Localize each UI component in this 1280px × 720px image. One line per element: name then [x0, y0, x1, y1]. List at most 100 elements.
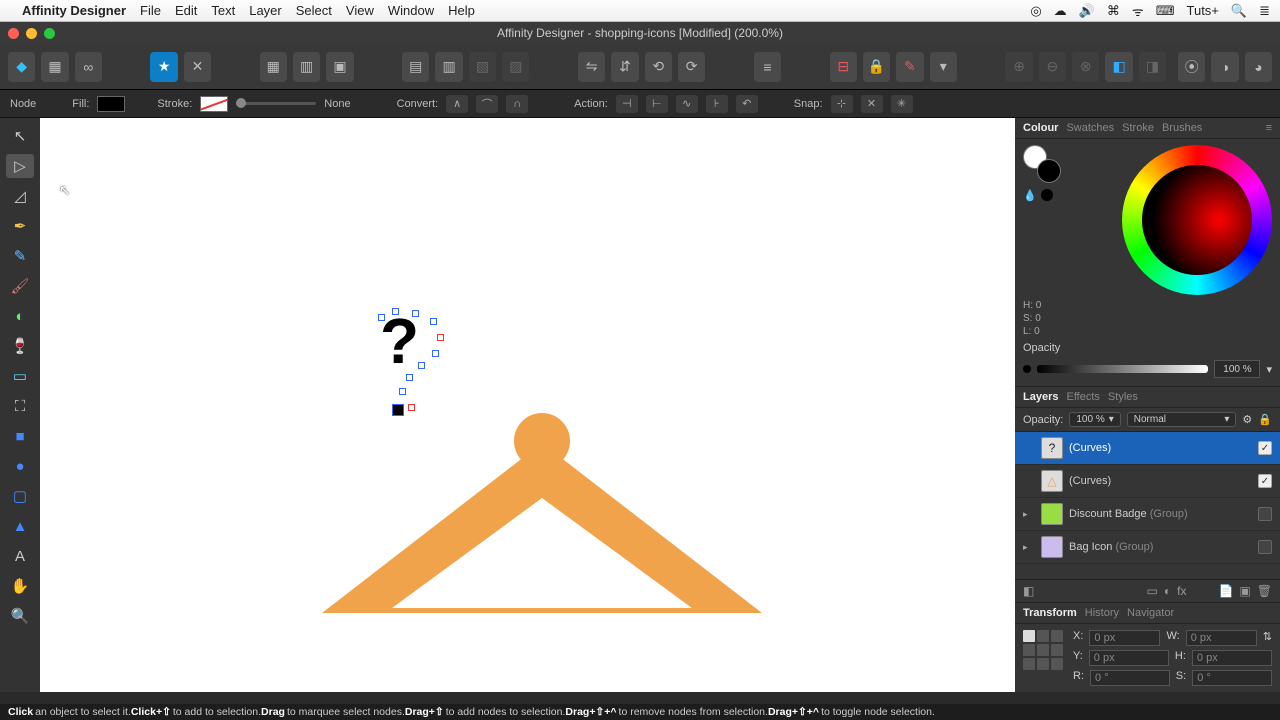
snap-grid-icon[interactable]: ▦	[260, 52, 287, 82]
layer-disclosure[interactable]: ▸	[1023, 509, 1035, 520]
sys-icon-1[interactable]: ◎	[1030, 3, 1041, 19]
convert-smart-button[interactable]: ∩	[506, 95, 528, 113]
menu-layer[interactable]: Layer	[249, 3, 282, 18]
crop-tool[interactable]: ⛶	[6, 394, 34, 418]
arrange-forward-button[interactable]: ▧	[469, 52, 496, 82]
sys-icon-volume[interactable]: 🔊	[1079, 3, 1095, 19]
layer-visible-checkbox[interactable]	[1258, 540, 1272, 554]
align-button[interactable]: ≡	[754, 52, 781, 82]
r-field[interactable]: 0 °	[1090, 670, 1170, 686]
move-tool[interactable]: ↖	[6, 124, 34, 148]
hsl-wheel[interactable]	[1122, 145, 1272, 295]
close-window-button[interactable]	[8, 28, 19, 39]
menu-view[interactable]: View	[346, 3, 374, 18]
insert-inside-button[interactable]: ◕	[1245, 52, 1272, 82]
layer-row[interactable]: ▸ Bag Icon (Group)	[1015, 531, 1280, 564]
tab-effects[interactable]: Effects	[1066, 391, 1099, 403]
opacity-slider[interactable]	[1037, 365, 1208, 373]
sys-icon-cmd[interactable]: ⌘	[1107, 3, 1120, 19]
boolean-sub-button[interactable]: ⊖	[1039, 52, 1066, 82]
pencil-tool[interactable]: ✎	[6, 244, 34, 268]
x-field[interactable]: 0 px	[1089, 630, 1160, 646]
y-field[interactable]: 0 px	[1089, 650, 1169, 666]
node-handle[interactable]	[412, 310, 419, 317]
node-handle-selected[interactable]	[392, 404, 404, 416]
lock-button[interactable]: 🔒	[863, 52, 890, 82]
rotate-cw-button[interactable]: ⟳	[678, 52, 705, 82]
sys-icon-search[interactable]: 🔍	[1231, 3, 1247, 19]
arrange-back-button[interactable]: ▥	[435, 52, 462, 82]
layer-mask-icon[interactable]: ▭	[1147, 584, 1158, 598]
node-tool[interactable]: ▷	[6, 154, 34, 178]
node-handle[interactable]	[392, 308, 399, 315]
layer-visible-checkbox[interactable]	[1258, 507, 1272, 521]
rotate-ccw-button[interactable]: ⟲	[645, 52, 672, 82]
layer-row[interactable]: ? (Curves) ✓	[1015, 432, 1280, 465]
insert-target-button[interactable]: ⦿	[1178, 52, 1205, 82]
layer-lock-icon[interactable]: 🔒	[1258, 413, 1272, 426]
snap-force-icon[interactable]: ▣	[326, 52, 353, 82]
tab-stroke[interactable]: Stroke	[1122, 122, 1154, 134]
action-break-button[interactable]: ⊣	[616, 95, 638, 113]
s-field[interactable]: 0 °	[1192, 670, 1272, 686]
canvas[interactable]: ? ↖	[40, 118, 1015, 692]
tab-styles[interactable]: Styles	[1108, 391, 1138, 403]
node-handle[interactable]	[399, 388, 406, 395]
place-image-tool[interactable]: ▭	[6, 364, 34, 388]
zoom-tool[interactable]: 🔍	[6, 604, 34, 628]
flip-v-button[interactable]: ⇵	[611, 52, 638, 82]
node-handle[interactable]	[408, 404, 415, 411]
fill-swatch[interactable]	[97, 96, 125, 112]
layer-row[interactable]: △ (Curves) ✓	[1015, 465, 1280, 498]
brush-tool[interactable]: 🖌	[6, 274, 34, 298]
stroke-circle[interactable]	[1037, 159, 1061, 183]
insert-behind-button[interactable]: ◑	[1211, 52, 1238, 82]
convert-smooth-button[interactable]: ⌒	[476, 95, 498, 113]
node-handle[interactable]	[430, 318, 437, 325]
fill-stroke-selector[interactable]	[1023, 145, 1061, 183]
sys-user[interactable]: Tuts+	[1187, 3, 1219, 18]
rectangle-tool[interactable]: ■	[6, 424, 34, 448]
layer-visible-checkbox[interactable]: ✓	[1258, 474, 1272, 488]
opacity-value[interactable]: 100 %	[1214, 360, 1260, 378]
sys-icon-input[interactable]: ⌨	[1156, 3, 1175, 19]
menu-file[interactable]: File	[140, 3, 161, 18]
boolean-xor-button[interactable]: ◧	[1105, 52, 1132, 82]
tab-navigator[interactable]: Navigator	[1127, 607, 1174, 619]
persona-export-icon[interactable]: ∞	[75, 52, 102, 82]
tab-transform[interactable]: Transform	[1023, 607, 1077, 619]
stroke-width-slider[interactable]	[236, 102, 316, 105]
node-handle[interactable]	[418, 362, 425, 369]
layer-disclosure[interactable]: ▸	[1023, 542, 1035, 553]
rounded-rect-tool[interactable]: ▢	[6, 484, 34, 508]
pen-tool[interactable]: ✒	[6, 214, 34, 238]
snap-geom-button[interactable]: ✕	[861, 95, 883, 113]
action-join-button[interactable]: ⊦	[706, 95, 728, 113]
tab-layers[interactable]: Layers	[1023, 391, 1058, 403]
minimize-window-button[interactable]	[26, 28, 37, 39]
stroke-swatch[interactable]	[200, 96, 228, 112]
fill-tool[interactable]: ◐	[6, 304, 34, 328]
sys-icon-cloud[interactable]: ☁	[1054, 3, 1067, 19]
tab-brushes[interactable]: Brushes	[1162, 122, 1202, 134]
sys-icon-menu[interactable]: ≣	[1259, 3, 1270, 19]
boolean-int-button[interactable]: ⊗	[1072, 52, 1099, 82]
menu-help[interactable]: Help	[448, 3, 475, 18]
tab-swatches[interactable]: Swatches	[1066, 122, 1114, 134]
pan-tool[interactable]: ✋	[6, 574, 34, 598]
snap-handles-button[interactable]: ✳	[891, 95, 913, 113]
snap-dropdown[interactable]: ▾	[930, 52, 957, 82]
panel-menu-icon[interactable]: ≡	[1266, 122, 1272, 134]
eyedropper-icon[interactable]: 💧	[1023, 189, 1037, 202]
boolean-div-button[interactable]: ◨	[1139, 52, 1166, 82]
picked-colour-swatch[interactable]	[1041, 189, 1053, 201]
layer-cog-icon[interactable]: ⚙	[1242, 413, 1252, 426]
sys-icon-wifi[interactable]: ᯤ	[1132, 2, 1144, 20]
layer-adjust-icon[interactable]: ◐	[1164, 584, 1171, 598]
defaults-sync-button[interactable]: ★	[150, 52, 177, 82]
layer-visible-checkbox[interactable]: ✓	[1258, 441, 1272, 455]
persona-designer-icon[interactable]: ◆	[8, 52, 35, 82]
action-smooth-button[interactable]: ∿	[676, 95, 698, 113]
opacity-dropdown-icon[interactable]: ▾	[1266, 363, 1272, 376]
snap-toggle-button[interactable]: ✎	[896, 52, 923, 82]
